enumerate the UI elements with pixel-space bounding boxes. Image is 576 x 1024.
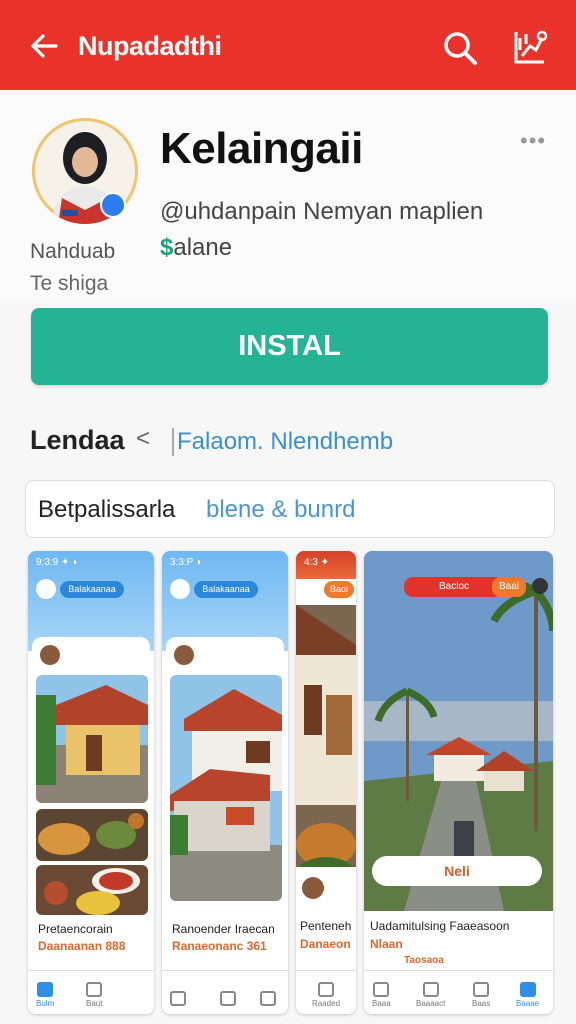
post-subtitle: Ranaeonanc 361 (172, 939, 267, 953)
nav-item-1[interactable]: Raaded (312, 982, 340, 1008)
dishes-photo (36, 865, 148, 915)
search-link[interactable]: blene & bunrd (206, 496, 355, 524)
bottom-nav: Raaded (296, 970, 356, 1014)
settings-icon[interactable] (532, 578, 548, 594)
chat-icon (473, 982, 490, 997)
nav-item-1[interactable] (170, 991, 186, 1008)
home-icon (373, 982, 390, 997)
more-options-icon[interactable]: ••• (520, 128, 546, 154)
shield-icon (422, 982, 439, 997)
bottom-nav: Bulm Baut (28, 970, 154, 1014)
grid-icon (86, 982, 103, 997)
header-pill-right[interactable]: Baai (492, 577, 526, 597)
post-caption: Pretaencorain (38, 922, 113, 936)
post-card: Pretaencorain Daanaanan 888 (32, 637, 150, 977)
grid-icon (170, 991, 186, 1006)
section-title: Lendaa (30, 425, 125, 455)
home-icon (37, 982, 54, 997)
house-photo (296, 605, 356, 867)
house-photo (170, 675, 282, 901)
nav-item-3[interactable]: Baas (472, 982, 490, 1008)
nav-home[interactable]: Bulm (36, 982, 54, 1008)
status-symbol: $ (160, 234, 174, 261)
app-profile: Kelaingaii ••• @uhdanpain Nemyan maplien… (0, 92, 576, 302)
bottom-nav (162, 970, 288, 1014)
app-name: Kelaingaii (160, 124, 363, 173)
nav-item-2[interactable]: Baaaact (416, 982, 445, 1008)
side-label-secondary: Te shiga (30, 272, 109, 295)
screenshot-4[interactable]: Bacloc Baai Neli Uadamitulsing Faaeasoon… (364, 551, 553, 1014)
install-button[interactable]: INSTAL (31, 308, 548, 385)
top-app-bar: Nupadadthi (0, 0, 576, 90)
back-arrow-icon[interactable] (26, 28, 62, 64)
post-caption: Ranoender Iraecan (172, 922, 275, 936)
chip-button[interactable]: Neli (372, 856, 542, 886)
food-photo (36, 809, 148, 861)
screenshot-3[interactable]: 4:3 ✦ Baoi Penteneh Danaeon Raaded (296, 551, 356, 1014)
search-input[interactable]: Betpalissarla blene & bunrd (25, 480, 555, 538)
post-subtitle-2: Taosaoa (404, 955, 444, 966)
post-subtitle: Nlaan (370, 937, 403, 951)
home-icon (318, 982, 335, 997)
profile-icon (170, 579, 190, 599)
search-icon[interactable] (440, 28, 480, 68)
status-bar: 9:3:9 ✦ ◗ (36, 557, 79, 568)
person-icon (260, 991, 276, 1006)
search-text: Betpalissarla (38, 496, 176, 523)
bottom-nav: Baaa Baaaact Baas Baaae (364, 970, 553, 1014)
developer-handle[interactable]: @uhdanpain Nemyan maplien (160, 198, 483, 226)
share-icon[interactable] (508, 26, 550, 68)
house-photo (36, 675, 148, 803)
side-label-primary: Nahduab (30, 240, 116, 263)
status-bar: 3:3:P ◗ (170, 557, 202, 568)
section-link[interactable]: Falaom. Nlendhemb (172, 428, 393, 456)
author-avatar (40, 645, 60, 665)
author-avatar (302, 877, 324, 899)
post-caption: Uadamitulsing Faaeasoon (370, 919, 510, 933)
screenshot-1[interactable]: 9:3:9 ✦ ◗ Balakaanaa Pretaencorain Daana… (28, 551, 154, 1014)
chevron-left-icon[interactable]: < (136, 425, 150, 453)
status-bar: 4:3 ✦ (304, 557, 330, 568)
person-icon (519, 982, 536, 997)
post-subtitle: Daanaanan 888 (38, 939, 126, 953)
app-status: $alane (160, 234, 232, 262)
nav-item-3[interactable] (260, 991, 276, 1008)
profile-icon (36, 579, 56, 599)
post-card: Ranoender Iraecan Ranaeonanc 361 (166, 637, 284, 977)
nav-home[interactable]: Baaa (372, 982, 391, 1008)
title-pill: Balakaanaa (194, 581, 258, 598)
status-text: alane (173, 234, 233, 261)
nav-profile[interactable]: Baaae (516, 982, 539, 1008)
app-bar-title: Nupadadthi (78, 31, 222, 61)
title-pill: Balakaanaa (60, 581, 124, 598)
verified-badge-icon (100, 192, 126, 218)
title-pill: Baoi (324, 581, 354, 598)
post-caption: Penteneh (300, 919, 352, 933)
box-icon (220, 991, 236, 1006)
nav-item-2[interactable] (220, 991, 236, 1008)
header-pill: Bacloc (404, 577, 504, 597)
post-subtitle: Danaeon (300, 937, 351, 951)
author-avatar (174, 645, 194, 665)
nav-item-2[interactable]: Baut (86, 982, 102, 1008)
screenshot-2[interactable]: 3:3:P ◗ Balakaanaa Ranoender Iraecan Ran… (162, 551, 288, 1014)
